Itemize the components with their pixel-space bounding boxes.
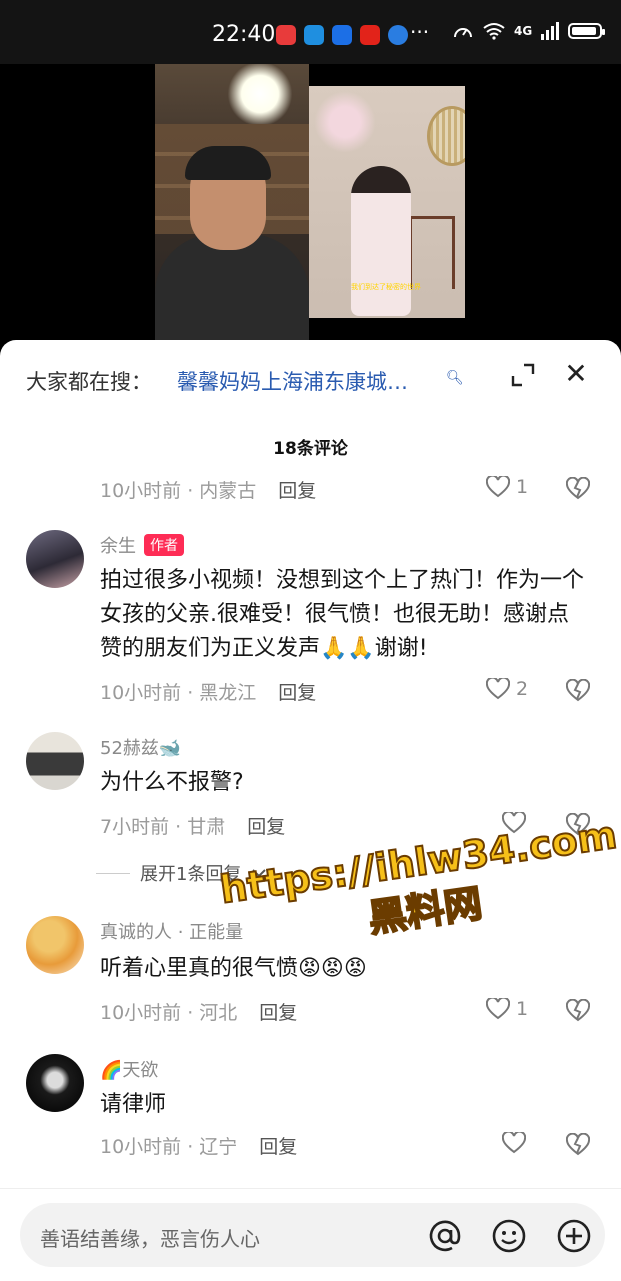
reply-button[interactable]: 回复 [278, 480, 316, 502]
heart-icon [486, 678, 510, 700]
system-icons: 4G [452, 22, 606, 40]
broken-heart-icon[interactable] [566, 477, 590, 501]
comment-meta: 10小时前 · 辽宁 回复 [100, 1132, 297, 1159]
comment-time-location: 10小时前 · 辽宁 [100, 1136, 238, 1158]
notification-icons [276, 25, 408, 45]
chevron-down-icon [252, 869, 267, 878]
round-window-decoration [427, 106, 465, 166]
video-caption: 我们到达了秘密的世界 [351, 283, 421, 291]
broken-heart-icon[interactable] [566, 679, 590, 703]
flower-decoration [309, 86, 399, 176]
news-app-icon [360, 25, 380, 45]
avatar[interactable] [26, 1054, 84, 1112]
search-prefix: 大家都在搜： [26, 370, 152, 394]
avatar[interactable] [26, 732, 84, 790]
minimize-icon[interactable] [510, 362, 536, 388]
expand-replies-button[interactable]: 展开1条回复 [96, 860, 267, 886]
comment-item: 🌈天欲 请律师 10小时前 · 辽宁 回复 [0, 1052, 621, 1162]
message-app-icon [304, 25, 324, 45]
comment-meta: 7小时前 · 甘肃 回复 [100, 812, 285, 839]
video-player[interactable]: 我们到达了秘密的世界 [0, 64, 621, 354]
comment-input[interactable]: 善语结善缘，恶言伤人心 [20, 1203, 605, 1267]
like-button[interactable]: 1 [486, 998, 528, 1020]
comment-author[interactable]: 真诚的人 · 正能量 [100, 918, 243, 944]
like-count: 2 [516, 678, 529, 700]
mention-icon[interactable] [428, 1219, 462, 1253]
more-notifications-icon: ··· [410, 20, 430, 44]
comment-meta: 10小时前 · 内蒙古 回复 [100, 476, 316, 503]
avatar[interactable] [26, 916, 84, 974]
heart-icon [502, 812, 526, 834]
comment-time-location: 7小时前 · 甘肃 [100, 816, 226, 838]
comment-text: 为什么不报警? [100, 770, 244, 795]
like-count: 1 [516, 476, 529, 498]
reply-button[interactable]: 回复 [278, 682, 316, 704]
comment-item: 余生 作者 拍过很多小视频！没想到这个上了热门！作为一个女孩的父亲.很难受！很气愤… [0, 528, 621, 708]
browser-app-icon [388, 25, 408, 45]
broken-heart-icon[interactable] [566, 999, 590, 1023]
reply-button[interactable]: 回复 [259, 1136, 297, 1158]
person-cap [185, 146, 271, 180]
heart-icon [486, 998, 510, 1020]
comment-author[interactable]: 🌈天欲 [100, 1056, 158, 1082]
avatar[interactable] [26, 530, 84, 588]
battery-icon [568, 23, 606, 39]
comment-text: 请律师 [100, 1092, 167, 1117]
search-query-link[interactable]: 馨馨妈妈上海浦东康城… [177, 366, 408, 396]
comment-time-location: 10小时前 · 河北 [100, 1002, 238, 1024]
heart-icon [486, 476, 510, 498]
close-button[interactable]: ✕ [562, 360, 590, 388]
app-notification-icon [276, 25, 296, 45]
author-badge: 作者 [144, 534, 184, 556]
chair [409, 216, 455, 289]
comment-time-location: 10小时前 · 黑龙江 [100, 682, 257, 704]
comment-author[interactable]: 余生 作者 [100, 532, 184, 558]
comment-author[interactable]: 52赫兹🐋 [100, 734, 181, 760]
trending-search-bar[interactable]: 大家都在搜： 馨馨妈妈上海浦东康城… 🔍︎ [26, 366, 586, 398]
status-time: 22:40 [212, 22, 276, 47]
signal-icon [541, 22, 560, 40]
comment-item: 真诚的人 · 正能量 听着心里真的很气愤😡😡😡 10小时前 · 河北 回复 1 [0, 914, 621, 1024]
comment-input-bar: 善语结善缘，恶言伤人心 [0, 1188, 621, 1281]
broken-heart-icon[interactable] [566, 813, 590, 837]
like-count: 1 [516, 998, 529, 1020]
reply-button[interactable]: 回复 [259, 1002, 297, 1024]
expand-label: 展开1条回复 [140, 864, 242, 885]
speed-icon [454, 28, 472, 38]
emoji-icon[interactable] [492, 1219, 526, 1253]
comment-count: 18条评论 [273, 439, 348, 459]
comment-time-location: 10小时前 · 内蒙古 [100, 480, 257, 502]
person-body [155, 234, 309, 344]
network-type: 4G [514, 24, 533, 38]
expand-divider [96, 872, 130, 874]
like-button[interactable]: 2 [486, 678, 528, 700]
input-placeholder: 善语结善缘，恶言伤人心 [40, 1227, 260, 1251]
wifi-icon [483, 23, 505, 40]
lamp-light [225, 64, 295, 124]
comment-text: 拍过很多小视频！没想到这个上了热门！作为一个女孩的父亲.很难受！很气愤！也很无助… [100, 568, 585, 661]
status-bar: 22:40 ··· 4G [0, 0, 621, 64]
comment-meta: 10小时前 · 黑龙江 回复 [100, 678, 316, 705]
like-button[interactable] [502, 1132, 532, 1154]
heart-icon [502, 1132, 526, 1154]
like-button[interactable] [502, 812, 532, 834]
comment-item: 52赫兹🐋 为什么不报警? 7小时前 · 甘肃 回复 [0, 730, 621, 840]
comment-meta: 10小时前 · 河北 回复 [100, 998, 297, 1025]
author-name: 余生 [100, 536, 136, 557]
comment-text: 听着心里真的很气愤😡😡😡 [100, 956, 367, 981]
search-icon: 🔍︎ [446, 370, 464, 386]
like-button[interactable]: 1 [486, 476, 528, 498]
broken-heart-icon[interactable] [566, 1133, 590, 1157]
add-icon[interactable] [557, 1219, 591, 1253]
girl-figure [351, 166, 411, 316]
video-left-panel [155, 64, 309, 344]
video-right-panel: 我们到达了秘密的世界 [309, 86, 465, 318]
reply-button[interactable]: 回复 [247, 816, 285, 838]
comment-sheet: 大家都在搜： 馨馨妈妈上海浦东康城… 🔍︎ ✕ 18条评论 10小时前 · 内蒙… [0, 340, 621, 1280]
shield-app-icon [332, 25, 352, 45]
